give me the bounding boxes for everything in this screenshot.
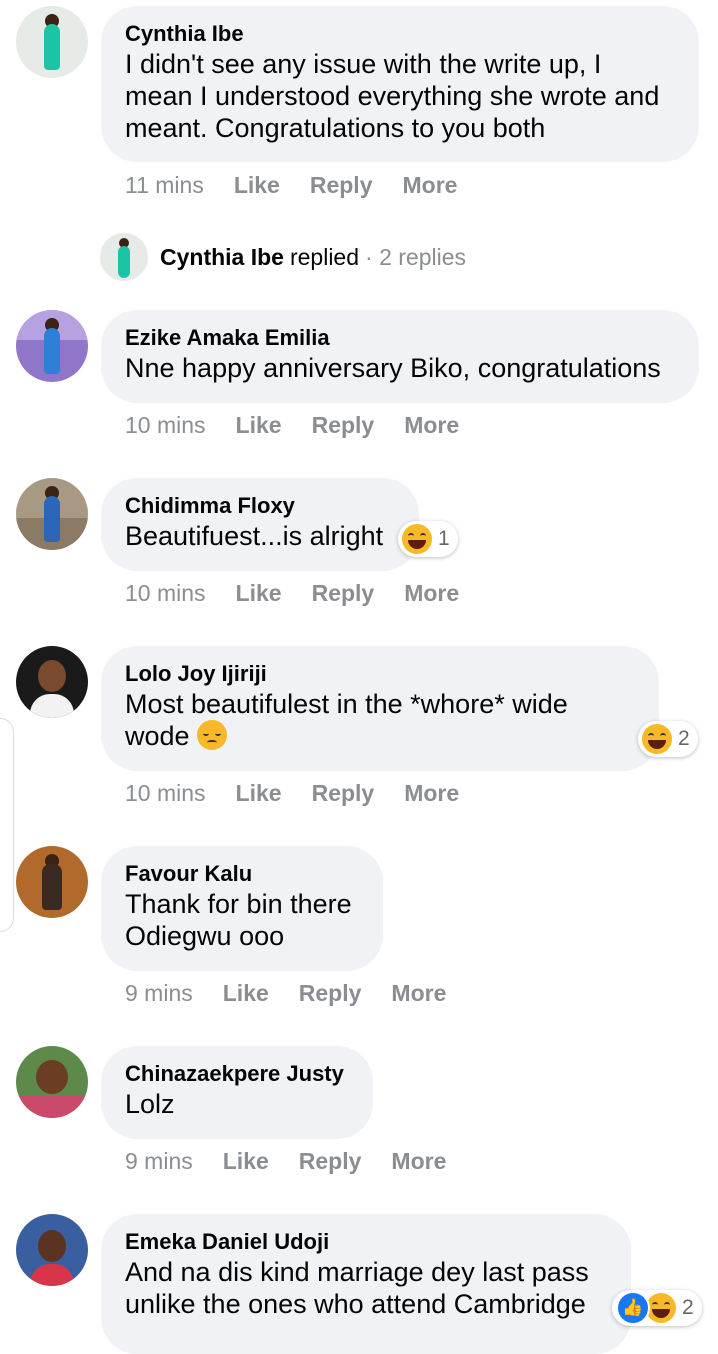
comment-bubble[interactable]: Cynthia Ibe I didn't see any issue with …	[101, 6, 699, 162]
avatar-figure	[44, 328, 60, 374]
avatar-figure	[44, 496, 60, 542]
avatar-shirt	[30, 1264, 74, 1286]
comment-text-line: Odiegwu ooo	[125, 921, 285, 951]
reaction-summary[interactable]: 1	[398, 521, 458, 557]
comment-author[interactable]: Favour Kalu	[125, 860, 359, 888]
comment-text-line: Beautifuest...is alright	[125, 521, 384, 551]
pensive-emoji-icon	[197, 720, 228, 750]
comment-text-line: I didn't see any issue with the write up…	[125, 49, 602, 79]
more-button[interactable]: More	[404, 780, 459, 806]
reply-button[interactable]: Reply	[310, 172, 373, 198]
comment-time: 10 mins	[125, 780, 206, 806]
comment-time: 11 mins	[125, 172, 204, 198]
reply-button[interactable]: Reply	[299, 980, 362, 1006]
haha-reaction-icon	[402, 524, 432, 554]
avatar-figure	[118, 246, 130, 278]
reaction-summary[interactable]: 👍 2	[612, 1290, 702, 1326]
comment-time: 10 mins	[125, 412, 206, 438]
comment-author[interactable]: Chinazaekpere Justy	[125, 1060, 349, 1088]
reply-button[interactable]: Reply	[299, 1148, 362, 1174]
avatar[interactable]	[16, 6, 88, 78]
avatar[interactable]	[16, 646, 88, 718]
haha-reaction-icon	[646, 1293, 676, 1323]
reply-button[interactable]: Reply	[312, 580, 375, 606]
comment-text-line: And na dis kind marriage dey last pass	[125, 1257, 589, 1287]
comment-text-line: meant. Congratulations to you both	[125, 113, 546, 143]
like-button[interactable]: Like	[234, 172, 280, 198]
reaction-count: 2	[678, 727, 690, 750]
reply-button[interactable]: Reply	[312, 412, 375, 438]
comment-author[interactable]: Emeka Daniel Udoji	[125, 1228, 607, 1256]
comment-bubble[interactable]: Chidimma Floxy Beautifuest...is alright	[101, 478, 419, 571]
avatar-figure	[42, 864, 62, 910]
side-panel-edge	[0, 718, 14, 932]
like-button[interactable]: Like	[223, 1148, 269, 1174]
like-button[interactable]: Like	[223, 980, 269, 1006]
replied-label: replied	[289, 243, 360, 270]
comment-text-line: wode	[125, 720, 635, 752]
reaction-count: 2	[682, 1296, 694, 1319]
comment-author[interactable]: Ezike Amaka Emilia	[125, 324, 675, 352]
avatar[interactable]	[16, 1214, 88, 1286]
comment-actions: 10 mins Like Reply More	[125, 778, 459, 808]
comment-text-line: mean I understood everything she wrote a…	[125, 81, 660, 111]
comment-author[interactable]: Chidimma Floxy	[125, 492, 395, 520]
like-button[interactable]: Like	[236, 780, 282, 806]
comment-author[interactable]: Cynthia Ibe	[125, 20, 675, 48]
avatar[interactable]	[16, 1046, 88, 1118]
reply-author: Cynthia Ibe	[160, 243, 284, 270]
more-button[interactable]: More	[404, 412, 459, 438]
more-button[interactable]: More	[391, 980, 446, 1006]
comment-text-line: unlike the ones who attend Cambridge	[125, 1289, 586, 1319]
view-replies-link[interactable]: Cynthia Ibe replied · 2 replies	[100, 232, 466, 282]
comment-actions: 10 mins Like Reply More	[125, 578, 459, 608]
avatar-face	[36, 1060, 68, 1094]
comment-text-fragment: wode	[125, 721, 190, 751]
reaction-summary[interactable]: 2	[638, 721, 698, 757]
reply-count: · 2 replies	[365, 243, 466, 270]
like-button[interactable]: Like	[236, 412, 282, 438]
avatar[interactable]	[16, 310, 88, 382]
comment-text-line: Most beautifulest in the *whore* wide	[125, 689, 568, 719]
avatar-shirt	[30, 694, 74, 718]
avatar	[100, 233, 148, 281]
comment-actions: 9 mins Like Reply More	[125, 978, 446, 1008]
comment-text-line: Thank for bin there	[125, 889, 352, 919]
like-button[interactable]: Like	[236, 580, 282, 606]
comment-bubble[interactable]: Emeka Daniel Udoji And na dis kind marri…	[101, 1214, 631, 1354]
comment-text-line: Lolz	[125, 1089, 175, 1119]
avatar[interactable]	[16, 846, 88, 918]
comment-bubble[interactable]: Chinazaekpere Justy Lolz	[101, 1046, 373, 1139]
reaction-count: 1	[438, 527, 450, 550]
haha-reaction-icon	[642, 724, 672, 754]
comment-time: 9 mins	[125, 980, 193, 1006]
comment-bubble[interactable]: Ezike Amaka Emilia Nne happy anniversary…	[101, 310, 699, 403]
comment-author[interactable]: Lolo Joy Ijiriji	[125, 660, 635, 688]
comment-actions: 10 mins Like Reply More	[125, 410, 459, 440]
comment-actions: 11 mins Like Reply More	[125, 170, 457, 200]
avatar-face	[38, 1230, 66, 1262]
reply-button[interactable]: Reply	[312, 780, 375, 806]
more-button[interactable]: More	[403, 172, 458, 198]
comment-bubble[interactable]: Lolo Joy Ijiriji Most beautifulest in th…	[101, 646, 659, 771]
more-button[interactable]: More	[404, 580, 459, 606]
more-button[interactable]: More	[391, 1148, 446, 1174]
comment-time: 9 mins	[125, 1148, 193, 1174]
avatar-background	[16, 1096, 88, 1118]
avatar[interactable]	[16, 478, 88, 550]
avatar-face	[38, 660, 66, 692]
comment-actions: 9 mins Like Reply More	[125, 1146, 446, 1176]
like-reaction-icon: 👍	[616, 1291, 650, 1325]
avatar-figure	[44, 24, 60, 70]
comment-bubble[interactable]: Favour Kalu Thank for bin there Odiegwu …	[101, 846, 383, 971]
comment-text-line: Nne happy anniversary Biko, congratulati…	[125, 353, 661, 383]
comment-time: 10 mins	[125, 580, 206, 606]
